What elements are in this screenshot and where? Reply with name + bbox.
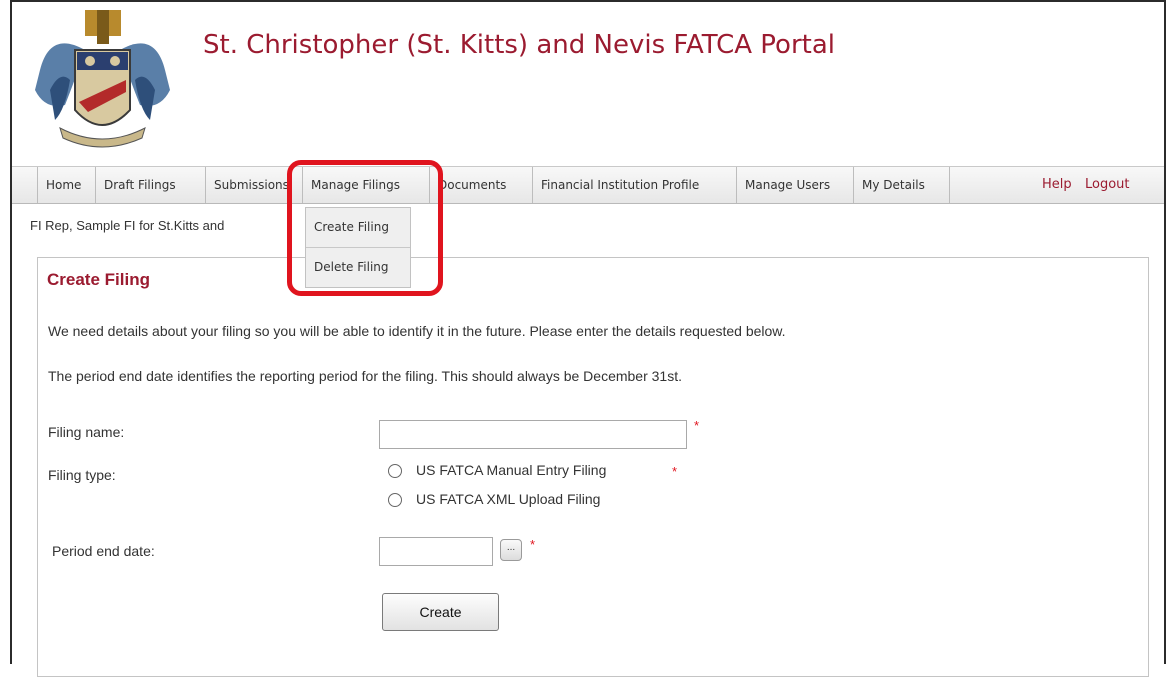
radio-xml-upload[interactable] [388, 493, 402, 507]
nav-manage-users[interactable]: Manage Users [737, 167, 854, 203]
portal-title: St. Christopher (St. Kitts) and Nevis FA… [203, 30, 835, 60]
create-button[interactable]: Create [382, 593, 499, 631]
required-marker: * [694, 418, 700, 433]
filing-name-label: Filing name: [48, 424, 125, 440]
user-info: FI Rep, Sample FI for St.Kitts and [30, 218, 225, 233]
coat-of-arms-logo [35, 10, 170, 148]
radio-manual-entry-label[interactable]: US FATCA Manual Entry Filing [416, 462, 606, 478]
filing-name-input[interactable] [379, 420, 687, 449]
nav-home[interactable]: Home [37, 167, 96, 203]
nav-draft-filings[interactable]: Draft Filings [96, 167, 206, 203]
required-marker: * [672, 464, 678, 479]
nav-documents[interactable]: Documents [430, 167, 533, 203]
panel-title: Create Filing [47, 270, 150, 289]
nav-fi-profile[interactable]: Financial Institution Profile [533, 167, 737, 203]
intro-text-2: The period end date identifies the repor… [48, 368, 682, 384]
required-marker: * [530, 537, 536, 552]
period-end-input[interactable] [379, 537, 493, 566]
radio-xml-upload-label[interactable]: US FATCA XML Upload Filing [416, 491, 600, 507]
nav-my-details[interactable]: My Details [854, 167, 950, 203]
radio-manual-entry[interactable] [388, 464, 402, 478]
calendar-button[interactable]: ... [500, 539, 522, 561]
main-navbar: Home Draft Filings Submissions Manage Fi… [12, 166, 1164, 204]
filing-type-label: Filing type: [48, 467, 116, 483]
highlight-annotation [287, 160, 443, 296]
period-end-label: Period end date: [52, 543, 155, 559]
help-link[interactable]: Help [1042, 167, 1072, 203]
intro-text-1: We need details about your filing so you… [48, 323, 786, 339]
logout-link[interactable]: Logout [1085, 167, 1130, 203]
